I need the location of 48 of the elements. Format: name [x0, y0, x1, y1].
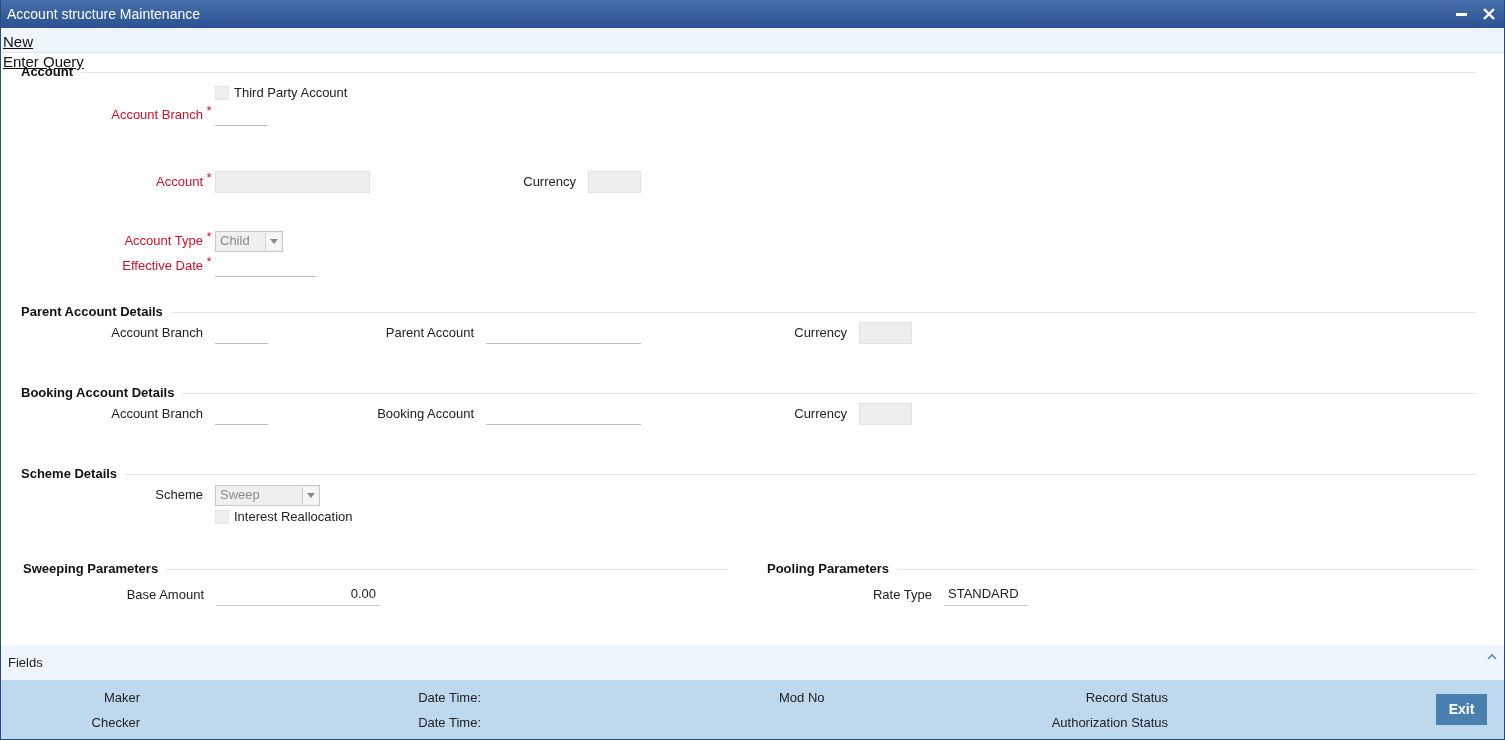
field-label: Account Branch: [111, 405, 203, 424]
section-title: Scheme Details: [21, 465, 118, 484]
audit-label: Date Time:: [418, 713, 481, 732]
checkbox[interactable]: Interest Reallocation: [215, 507, 353, 527]
field-label: Account Branch: [111, 106, 203, 125]
field-label: Currency: [523, 173, 576, 192]
audit-label: Authorization Status: [1051, 713, 1168, 732]
field-label: Account Type: [124, 232, 203, 251]
field-label: Account: [156, 173, 203, 192]
close-icon: [1483, 8, 1495, 20]
required-mark: *: [206, 255, 212, 268]
input-field[interactable]: 0.00: [216, 584, 380, 606]
input-field[interactable]: [859, 403, 912, 425]
input-field[interactable]: [588, 171, 641, 193]
checkbox[interactable]: Third Party Account: [215, 83, 348, 103]
field-label: Scheme: [155, 486, 203, 505]
input-field[interactable]: STANDARD: [944, 584, 1028, 606]
minimize-icon: [1455, 12, 1467, 16]
fields-label: Fields: [8, 653, 43, 672]
required-mark: *: [206, 171, 212, 184]
chevron-up-icon[interactable]: [1487, 653, 1497, 660]
input-field[interactable]: [859, 322, 912, 344]
field-label: Booking Account: [377, 405, 474, 424]
audit-label: Mod No: [779, 688, 825, 707]
field-label: Account Branch: [111, 324, 203, 343]
section-title: Booking Account Details: [21, 384, 175, 403]
field-label: Parent Account: [385, 324, 474, 343]
new-link[interactable]: New: [1, 32, 33, 52]
field-label: Base Amount: [125, 586, 204, 605]
section-title: Sweeping Parameters: [23, 560, 159, 579]
field-label: Currency: [794, 405, 847, 424]
section-title: Parent Account Details: [21, 303, 163, 322]
close-button[interactable]: [1482, 7, 1496, 21]
audit-label: Maker: [103, 688, 140, 707]
window-title: Account structure Maintenance: [7, 4, 200, 24]
dropdown-icon: [265, 232, 281, 250]
field-label: Effective Date: [122, 257, 203, 276]
input-field[interactable]: [215, 171, 370, 193]
field-label: Currency: [794, 324, 847, 343]
audit-label: Checker: [91, 713, 140, 732]
required-mark: *: [206, 230, 212, 243]
audit-label: Record Status: [1085, 688, 1168, 707]
exit-button[interactable]: Exit: [1436, 694, 1487, 725]
field-label: Rate Type: [871, 586, 932, 605]
audit-label: Date Time:: [418, 688, 481, 707]
required-mark: *: [206, 104, 212, 117]
section-title: Pooling Parameters: [767, 560, 890, 579]
dropdown-icon: [302, 486, 318, 504]
